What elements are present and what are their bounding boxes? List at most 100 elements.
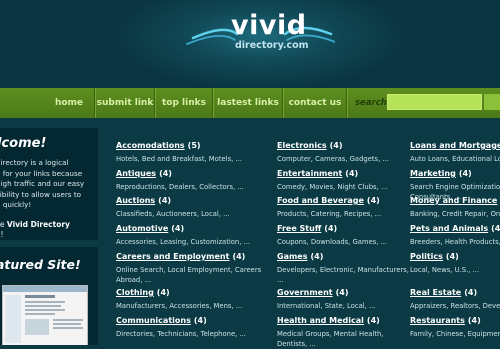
category-item: Food and Beverage (4) Products, Catering, … [277, 196, 381, 219]
category-link[interactable]: Antiques [116, 169, 156, 178]
category-link[interactable]: Auctions [116, 196, 155, 205]
category-subcategories: Hotels, Bed and Breakfast, Motels, ... [116, 154, 242, 164]
category-subcategories: Comedy, Movies, Night Clubs, ... [277, 182, 387, 192]
category-heading: Automotive (4) [116, 224, 250, 234]
subcategory-text: Manufacturers, Accessories, Mens, ... [116, 302, 243, 310]
category-link[interactable]: Politics [410, 252, 443, 261]
sidebar: lcome! directory is a logical e for your… [0, 118, 98, 345]
category-item: Politics (4) Local, News, U.S., ... [410, 252, 479, 275]
subcategory-text: ... [277, 276, 284, 284]
category-heading: Restaurants (4) [410, 316, 500, 326]
category-count: (4) [158, 196, 172, 205]
subcategory-text: Family, Chinese, Equipmen [410, 330, 500, 338]
category-subcategories: Classifieds, Auctioneers, Local, ... [116, 209, 230, 219]
featured-site-thumbnail[interactable] [2, 285, 88, 345]
nav-submit-link[interactable]: submit link [96, 88, 154, 118]
subcategory-text: Banking, Credit Repair, Onlin [410, 210, 500, 218]
category-count: (4) [159, 169, 172, 178]
category-heading: Antiques (4) [116, 169, 244, 179]
subcategory-text: Medical Groups, Mental Health, [277, 330, 384, 338]
site-header: vivid directory.com [0, 0, 500, 88]
category-heading: Clothing (4) [116, 288, 242, 298]
category-item: Free Stuff (4) Coupons, Downloads, Games, … [277, 224, 387, 247]
logo-domain: directory.com [235, 40, 309, 51]
category-item: Automotive (4) Accessories, Leasing, Custo… [116, 224, 250, 247]
category-link[interactable]: Pets and Animals [410, 224, 488, 233]
nav-latest-links[interactable]: lastest links [214, 88, 282, 118]
category-link[interactable]: Accomodations [116, 141, 185, 150]
category-item: Restaurants (4) Family, Chinese, Equipmen [410, 316, 500, 339]
category-link[interactable]: Communications [116, 316, 191, 325]
welcome-text-line: high traffic and our easy [0, 179, 85, 188]
category-link[interactable]: Entertainment [277, 169, 342, 178]
category-link[interactable]: Marketing [410, 169, 456, 178]
subcategory-text: Local, News, U.S., ... [410, 266, 480, 274]
subcategory-text: Dentists, ... [277, 340, 316, 348]
nav-divider [346, 88, 348, 118]
category-heading: Electronics (4) [277, 141, 389, 151]
category-heading: Loans and Mortgage(4) [410, 141, 500, 151]
category-item: Communications (4) Directories, Technician… [116, 316, 246, 339]
category-count: (4) [324, 224, 338, 233]
category-subcategories: Reproductions, Dealers, Collectors, ... [116, 182, 244, 192]
search-input[interactable] [387, 94, 482, 110]
subcategory-text: Coupons, Downloads, Games, ... [277, 238, 388, 246]
category-link[interactable]: Clothing [116, 288, 154, 297]
featured-site-panel: atured Site! [0, 247, 98, 345]
category-item: Auctions (4) Classifieds, Auctioneers, Loc… [116, 196, 230, 219]
category-link[interactable]: Money and Finance [410, 196, 497, 205]
category-subcategories: Computer, Cameras, Gadgets, ... [277, 154, 389, 164]
category-item: Health and Medical (4) Medical Groups, Men… [277, 316, 383, 349]
nav-top-links[interactable]: top links [156, 88, 212, 118]
category-subcategories: Local, News, U.S., ... [410, 265, 479, 275]
category-link[interactable]: Real Estate [410, 288, 461, 297]
subcategory-text: Auto Loans, Educational Loa [410, 155, 500, 163]
subcategory-text: Hotels, Bed and Breakfast, Motels, ... [116, 155, 242, 163]
category-subcategories: Coupons, Downloads, Games, ... [277, 237, 387, 247]
search-button[interactable] [484, 94, 500, 110]
category-link[interactable]: Government [277, 288, 333, 297]
welcome-text-line: sibility to allow users to [0, 189, 82, 199]
category-link[interactable]: Automotive [116, 224, 168, 233]
category-count: (5) [187, 141, 201, 150]
site-logo[interactable]: vivid directory.com [185, 4, 335, 64]
category-link[interactable]: Health and Medical [277, 316, 364, 325]
category-count: (4) [464, 288, 478, 297]
subcategory-text: Comedy, Movies, Night Clubs, ... [277, 183, 388, 191]
welcome-panel: lcome! directory is a logical e for your… [0, 128, 98, 240]
category-subcategories: Family, Chinese, Equipmen [410, 329, 500, 339]
category-item: Accomodations (5) Hotels, Bed and Breakfas… [116, 141, 242, 164]
subcategory-text: Developers, Electronic, Manufacturers, [277, 266, 409, 274]
category-heading: Free Stuff (4) [277, 224, 387, 234]
category-heading: Politics (4) [410, 252, 479, 262]
category-subcategories: Medical Groups, Mental Health, Dentists, … [277, 329, 383, 349]
category-link[interactable]: Food and Beverage [277, 196, 364, 205]
category-count: (4) [232, 252, 246, 261]
category-subcategories: Online Search, Local Employment, Careers… [116, 265, 261, 285]
search-label: search [355, 98, 387, 108]
nav-contact-us[interactable]: contact us [284, 88, 346, 118]
category-link[interactable]: Free Stuff [277, 224, 321, 233]
featured-site-heading: atured Site! [0, 257, 81, 272]
category-item: Careers and Employment (4) Online Search, … [116, 252, 261, 285]
category-link[interactable]: Electronics [277, 141, 327, 150]
subcategory-text: Products, Catering, Recipes, ... [277, 210, 382, 218]
category-link[interactable]: Loans and Mortgage [410, 141, 500, 150]
category-subcategories: Auto Loans, Educational Loa [410, 154, 500, 164]
category-heading: Government (4) [277, 288, 375, 298]
category-count: (4) [329, 141, 343, 150]
subcategory-text: Directories, Technicians, Telephone, ... [116, 330, 246, 338]
category-count: (4) [335, 288, 349, 297]
category-subcategories: Developers, Electronic, Manufacturers,..… [277, 265, 409, 285]
nav-home-link[interactable]: home [44, 88, 94, 118]
category-heading: Accomodations (5) [116, 141, 242, 151]
category-heading: Marketing (4) [410, 169, 500, 179]
category-link[interactable]: Games [277, 252, 308, 261]
category-heading: Health and Medical (4) [277, 316, 383, 326]
category-link[interactable]: Restaurants [410, 316, 465, 325]
category-link[interactable]: Careers and Employment [116, 252, 229, 261]
subcategory-text: Appraizers, Realtors, Develo [410, 302, 500, 310]
subcategory-text: Accessories, Leasing, Customization, ... [116, 238, 251, 246]
welcome-text-line: h quickly! [0, 200, 32, 209]
subcategory-text: International, State, Local, ... [277, 302, 376, 310]
